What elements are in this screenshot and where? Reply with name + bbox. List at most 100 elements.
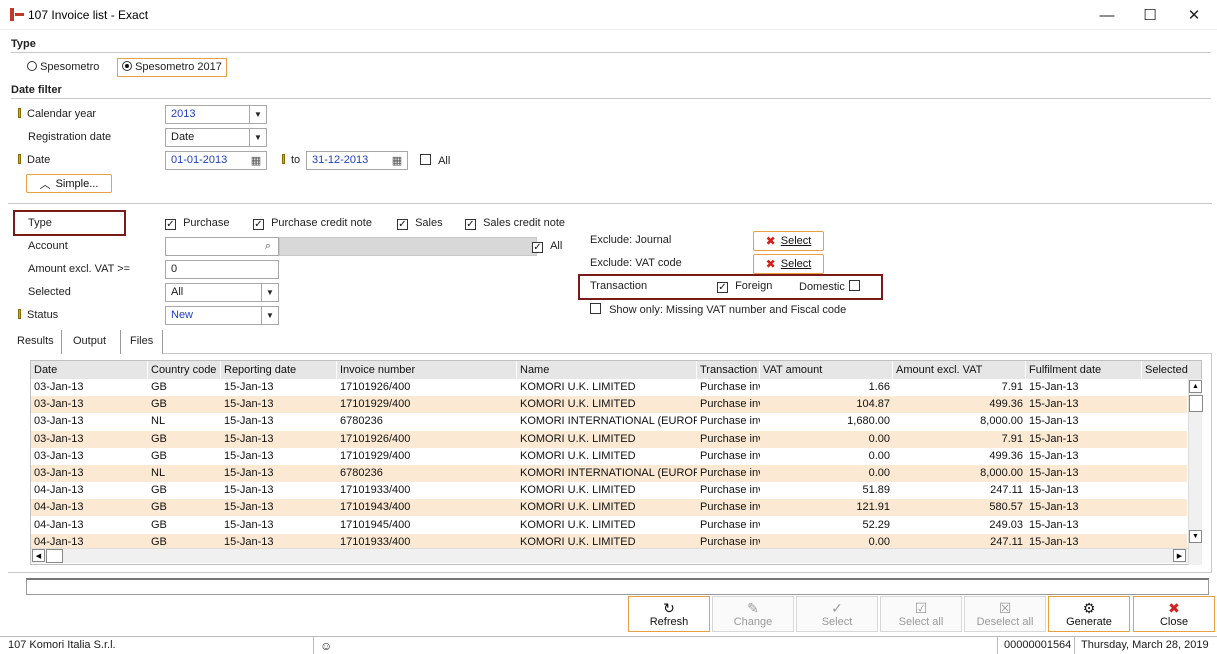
status-select[interactable]: New ▼ (165, 306, 279, 325)
cell-country: GB (151, 449, 167, 462)
cell-reporting-date: 15-Jan-13 (224, 501, 274, 514)
refresh-icon: ↻ (663, 599, 675, 616)
column-header-country[interactable]: Country code (148, 361, 221, 379)
cell-date: 03-Jan-13 (34, 467, 84, 479)
chevron-down-icon[interactable]: ▼ (249, 106, 266, 123)
amount-input[interactable]: 0 (165, 260, 279, 279)
radio-selected-icon (122, 61, 132, 71)
scroll-left-icon[interactable]: ◀ (32, 549, 45, 562)
scroll-right-icon[interactable]: ▶ (1173, 549, 1186, 562)
tab-output[interactable]: Output (65, 330, 114, 354)
change-button[interactable]: ✎ Change (712, 596, 794, 632)
select-button[interactable]: ✓ Select (796, 596, 878, 632)
x-icon: ✖ (1168, 599, 1180, 616)
column-header-fulfilment-date[interactable]: Fulfilment date (1026, 361, 1142, 379)
chevron-down-icon[interactable]: ▼ (261, 307, 278, 324)
selected-select[interactable]: All ▼ (165, 283, 279, 302)
tab-results[interactable]: Results (9, 330, 62, 354)
chevron-down-icon[interactable]: ▼ (249, 129, 266, 146)
chevron-down-icon[interactable]: ▼ (261, 284, 278, 301)
tab-separator (162, 330, 163, 354)
exclude-vat-select-button[interactable]: ✖ Select (753, 254, 824, 274)
minimize-button[interactable]: — (1085, 0, 1129, 30)
cell-name: KOMORI INTERNATIONAL (EUROPE) (520, 467, 697, 479)
foreign-checkbox[interactable]: ✓ Foreign (717, 280, 772, 293)
registration-date-select[interactable]: Date ▼ (165, 128, 267, 147)
column-header-reporting-date[interactable]: Reporting date (221, 361, 337, 379)
scroll-down-icon[interactable]: ▼ (1189, 530, 1202, 543)
horizontal-scrollbar[interactable]: ◀ ▶ (31, 548, 1188, 563)
purchase-checkbox[interactable]: ✓ Purchase (165, 217, 230, 230)
calendar-year-select[interactable]: 2013 ▼ (165, 105, 267, 124)
cell-vat-amount: 1.66 (868, 381, 890, 393)
column-header-amount-excl-vat[interactable]: Amount excl. VAT (893, 361, 1026, 379)
generate-button[interactable]: ⚙ Generate (1048, 596, 1130, 632)
table-row[interactable]: 03-Jan-13 NL 15-Jan-13 6780236 KOMORI INTERN… (31, 413, 1187, 430)
account-all-checkbox[interactable]: ✓ All (532, 240, 562, 253)
purchase-credit-note-checkbox[interactable]: ✓ Purchase credit note (253, 217, 372, 230)
date-all-checkbox[interactable]: All (420, 154, 450, 167)
table-row[interactable]: 03-Jan-13 GB 15-Jan-13 17101926/400 KOMORI U… (31, 379, 1187, 396)
column-header-selected[interactable]: Selected (1142, 361, 1201, 379)
cell-amount-excl-vat: 8,000.00 (980, 415, 1023, 428)
vertical-scrollbar[interactable]: ▲ ▼ (1188, 379, 1203, 565)
column-header-date[interactable]: Date (31, 361, 148, 379)
table-row[interactable]: 03-Jan-13 GB 15-Jan-13 17101929/400 KOMORI U… (31, 448, 1187, 465)
x-icon: ✖ (765, 234, 776, 248)
scroll-up-icon[interactable]: ▲ (1189, 380, 1202, 393)
deselect-all-button[interactable]: ☒ Deselect all (964, 596, 1046, 632)
refresh-button[interactable]: ↻ Refresh (628, 596, 710, 632)
check-box-icon: ☑ (914, 599, 928, 616)
close-button[interactable]: ✖ Close (1133, 596, 1215, 632)
scroll-thumb[interactable] (1189, 395, 1203, 412)
cell-date: 03-Jan-13 (34, 381, 84, 393)
sales-credit-note-checkbox[interactable]: ✓ Sales credit note (465, 217, 565, 230)
table-row[interactable]: 04-Jan-13 GB 15-Jan-13 17101933/400 KOMORI U… (31, 482, 1187, 499)
table-row[interactable]: 03-Jan-13 GB 15-Jan-13 17101929/400 KOMORI U… (31, 396, 1187, 414)
table-row[interactable]: 03-Jan-13 NL 15-Jan-13 6780236 KOMORI INTERN… (31, 465, 1187, 482)
calendar-icon[interactable]: ▦ (387, 152, 407, 169)
column-header-name[interactable]: Name (517, 361, 697, 379)
cell-vat-amount: 51.89 (862, 484, 890, 497)
table-row[interactable]: 03-Jan-13 GB 15-Jan-13 17101926/400 KOMORI U… (31, 430, 1187, 448)
radio-spesometro-2017[interactable]: Spesometro 2017 (117, 58, 227, 77)
select-all-button[interactable]: ☑ Select all (880, 596, 962, 632)
table-row[interactable]: 04-Jan-13 GB 15-Jan-13 17101945/400 KOMORI U… (31, 517, 1187, 534)
checkbox-icon (590, 303, 601, 314)
cell-name: KOMORI U.K. LIMITED (520, 432, 636, 445)
radio-spesometro[interactable]: Spesometro (27, 61, 99, 73)
date-to-label: to (282, 154, 300, 166)
show-only-checkbox[interactable]: Show only: Missing VAT number and Fiscal… (590, 303, 846, 316)
date-from-field[interactable]: 01-01-2013 ▦ (165, 151, 267, 170)
sales-checkbox[interactable]: ✓ Sales (397, 217, 443, 230)
calendar-year-label: Calendar year (18, 108, 96, 120)
column-header-invoice-number[interactable]: Invoice number (337, 361, 517, 379)
cell-invoice-number: 17101926/400 (340, 381, 411, 393)
column-header-vat-amount[interactable]: VAT amount (760, 361, 893, 379)
cell-name: KOMORI U.K. LIMITED (520, 501, 636, 514)
table-row[interactable]: 04-Jan-13 GB 15-Jan-13 17101943/400 KOMORI U… (31, 499, 1187, 517)
type-section-header: Type (11, 38, 36, 50)
search-icon[interactable]: ⌕ (258, 238, 278, 255)
column-header-transaction[interactable]: Transaction (697, 361, 760, 379)
maximize-button[interactable]: ☐ (1128, 0, 1172, 30)
check-icon: ✓ (465, 219, 476, 230)
account-input[interactable]: ⌕ (165, 237, 279, 256)
close-window-button[interactable]: ✕ (1172, 0, 1216, 30)
calendar-icon[interactable]: ▦ (246, 152, 266, 169)
domestic-checkbox[interactable]: Domestic (799, 280, 860, 293)
cell-amount-excl-vat: 580.57 (989, 501, 1023, 514)
results-grid[interactable]: Date Country code Reporting date Invoice… (30, 360, 1202, 565)
cell-country: GB (151, 484, 167, 497)
checkmark-icon: ✓ (831, 599, 843, 616)
cell-transaction: Purchase inv (700, 484, 760, 497)
date-to-field[interactable]: 31-12-2013 ▦ (306, 151, 408, 170)
tab-files[interactable]: Files (122, 330, 161, 354)
required-marker-icon (18, 309, 21, 319)
exclude-journal-select-button[interactable]: ✖ Select (753, 231, 824, 251)
scroll-thumb[interactable] (46, 549, 63, 563)
chevron-up-icon: ︿ (39, 178, 51, 191)
simple-button[interactable]: ︿ Simple... (26, 174, 112, 193)
transaction-label: Transaction (590, 280, 648, 292)
cell-amount-excl-vat: 7.91 (1001, 381, 1023, 393)
